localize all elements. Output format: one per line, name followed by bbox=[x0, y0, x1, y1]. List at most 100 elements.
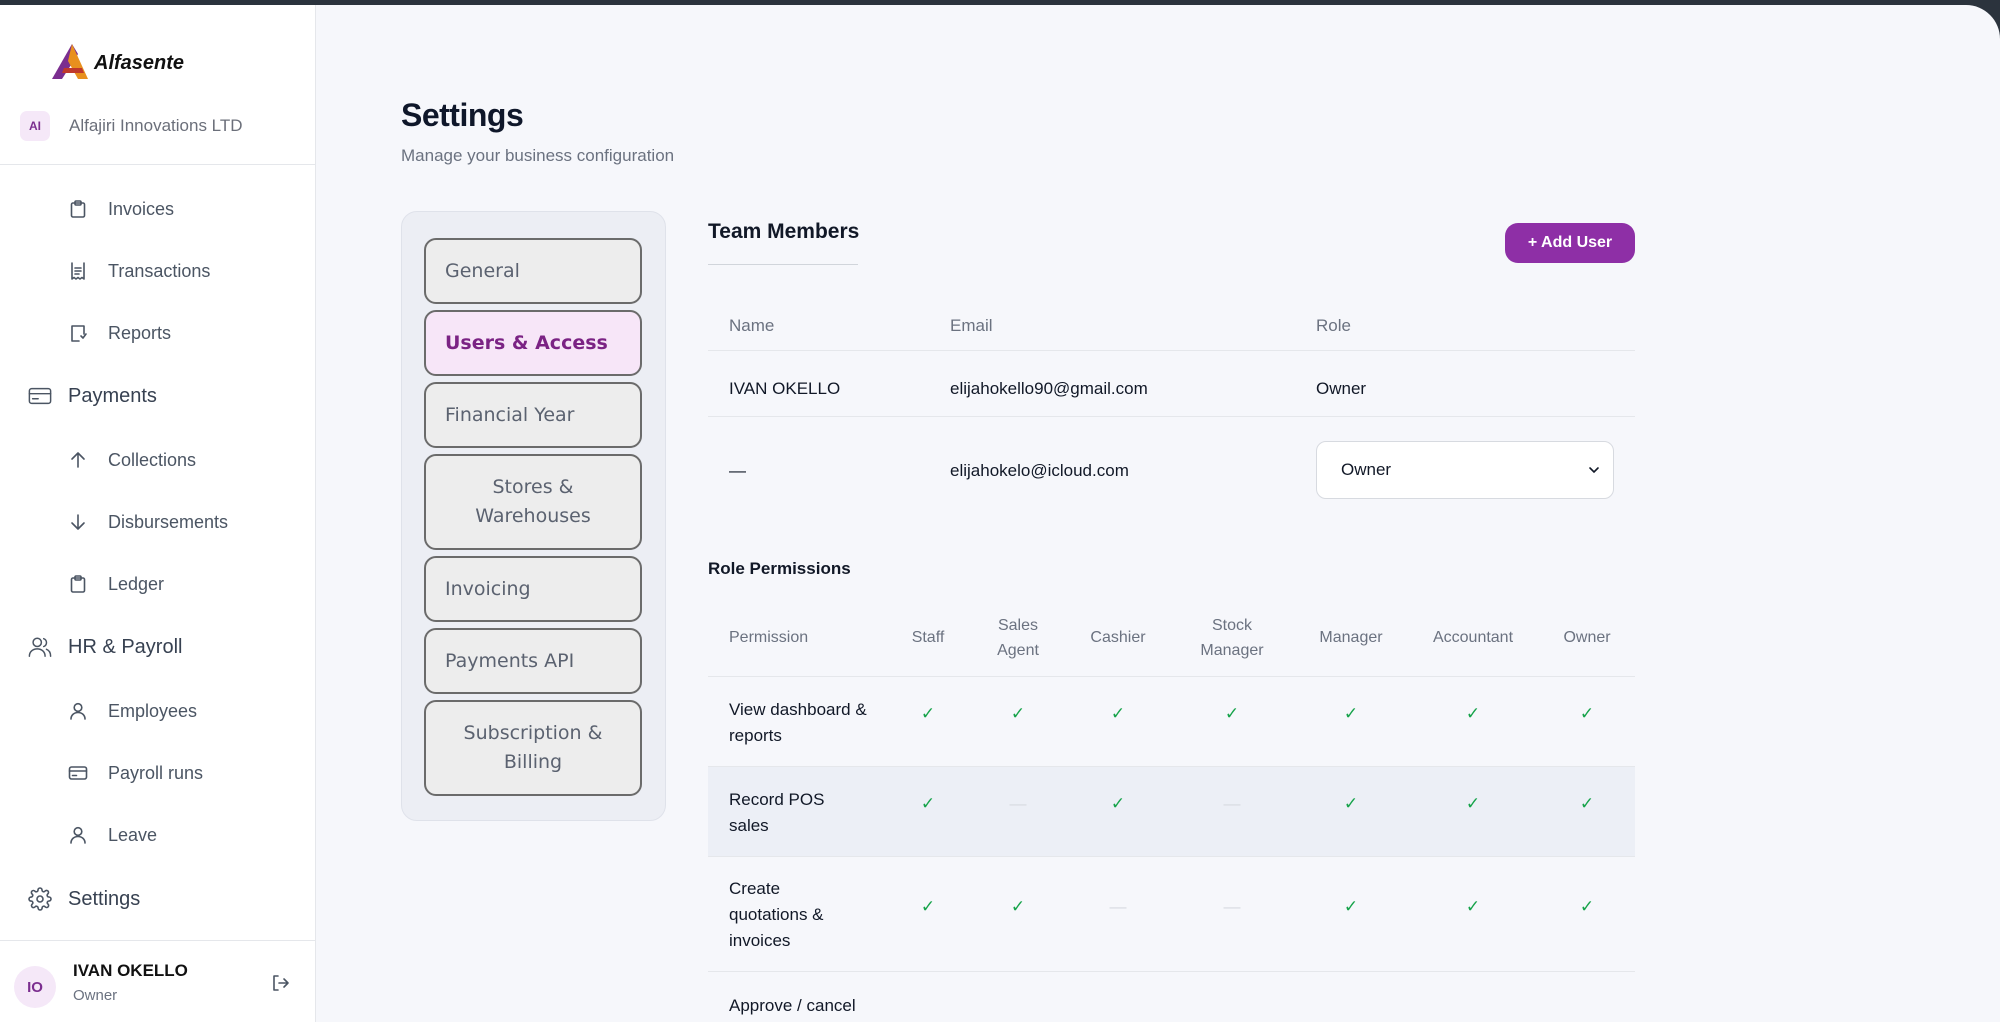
tab-financial-year[interactable]: Financial Year bbox=[424, 382, 642, 448]
column-header-owner: Owner bbox=[1563, 629, 1611, 646]
sidebar-item-settings[interactable]: Settings bbox=[28, 887, 140, 911]
card-icon bbox=[28, 384, 52, 408]
brand-logo-icon bbox=[50, 42, 90, 85]
dash-icon: — bbox=[1009, 794, 1027, 813]
dash-icon: — bbox=[1223, 897, 1241, 916]
arrow-down-icon bbox=[66, 510, 90, 534]
permission-name: Record POS sales bbox=[729, 790, 825, 835]
check-icon: ✓ bbox=[1224, 704, 1240, 723]
brand-name: Alfasente bbox=[94, 51, 185, 74]
row-divider bbox=[708, 856, 1635, 857]
column-header-manager: Manager bbox=[1319, 629, 1383, 646]
clipboard-icon bbox=[66, 572, 90, 596]
role-permissions-title: Role Permissions bbox=[708, 559, 851, 578]
sidebar-item-label: Payments bbox=[68, 384, 157, 407]
user-icon bbox=[66, 823, 90, 847]
row-divider bbox=[708, 350, 1635, 351]
sidebar-item-payments[interactable]: Payments bbox=[28, 384, 157, 408]
sidebar-item-label: Ledger bbox=[108, 573, 165, 594]
arrow-up-icon bbox=[66, 448, 90, 472]
org-avatar: AI bbox=[20, 111, 50, 141]
card-icon bbox=[66, 761, 90, 785]
sidebar-divider bbox=[0, 940, 316, 941]
logout-icon[interactable] bbox=[270, 973, 290, 998]
org-switcher[interactable]: AI Alfajiri Innovations LTD bbox=[20, 111, 243, 141]
role-select-value: Owner bbox=[1341, 460, 1392, 479]
sidebar-item-label: Transactions bbox=[108, 260, 211, 281]
sidebar-item-payroll-runs[interactable]: Payroll runs bbox=[66, 761, 203, 785]
page-title: Settings bbox=[401, 97, 524, 133]
check-icon: ✓ bbox=[1010, 704, 1026, 723]
check-icon: ✓ bbox=[1343, 794, 1359, 813]
sidebar-item-label: Reports bbox=[108, 322, 172, 343]
tab-label: Stores & Warehouses bbox=[475, 476, 591, 527]
user-role: Owner bbox=[73, 987, 118, 1004]
tab-payments-api[interactable]: Payments API bbox=[424, 628, 642, 694]
check-icon: ✓ bbox=[1465, 897, 1481, 916]
row-divider bbox=[708, 971, 1635, 972]
column-header-sales-agent: Sales Agent bbox=[997, 617, 1039, 659]
check-icon: ✓ bbox=[1110, 704, 1126, 723]
check-icon: ✓ bbox=[1343, 704, 1359, 723]
sidebar-item-employees[interactable]: Employees bbox=[66, 699, 197, 723]
sidebar-item-invoices[interactable]: Invoices bbox=[66, 197, 174, 221]
sidebar-item-ledger[interactable]: Ledger bbox=[66, 572, 164, 596]
tab-invoicing[interactable]: Invoicing bbox=[424, 556, 642, 622]
check-icon: ✓ bbox=[920, 794, 936, 813]
column-header-permission: Permission bbox=[729, 629, 809, 646]
users-icon bbox=[28, 635, 52, 659]
column-header-staff: Staff bbox=[911, 629, 945, 646]
sidebar-item-label: HR & Payroll bbox=[68, 635, 183, 658]
check-icon: ✓ bbox=[1010, 897, 1026, 916]
check-icon: ✓ bbox=[1579, 897, 1595, 916]
add-user-button[interactable]: + Add User bbox=[1505, 223, 1635, 263]
org-name: Alfajiri Innovations LTD bbox=[69, 116, 243, 135]
check-icon: ✓ bbox=[920, 897, 936, 916]
tab-subscription-billing[interactable]: Subscription & Billing bbox=[424, 700, 642, 796]
sidebar-item-label: Settings bbox=[68, 887, 141, 910]
row-divider bbox=[708, 676, 1635, 677]
member-name: — bbox=[729, 461, 746, 480]
dash-icon: — bbox=[1223, 794, 1241, 813]
member-name: IVAN OKELLO bbox=[729, 379, 841, 398]
gear-icon bbox=[28, 887, 52, 911]
sidebar-item-reports[interactable]: Reports bbox=[66, 321, 171, 345]
section-underline bbox=[708, 264, 858, 265]
sidebar-item-label: Leave bbox=[108, 824, 158, 845]
sidebar-item-collections[interactable]: Collections bbox=[66, 448, 196, 472]
column-header-cashier: Cashier bbox=[1090, 629, 1146, 646]
sidebar-item-hr-payroll[interactable]: HR & Payroll bbox=[28, 635, 182, 659]
sidebar-item-label: Employees bbox=[108, 700, 198, 721]
permission-name: Approve / cancel bbox=[729, 996, 856, 1015]
avatar[interactable]: IO bbox=[14, 966, 56, 1008]
sidebar-item-disbursements[interactable]: Disbursements bbox=[66, 510, 228, 534]
member-email: elijahokelo@icloud.com bbox=[950, 461, 1129, 480]
sidebar-item-label: Disbursements bbox=[108, 511, 229, 532]
role-select[interactable]: Owner bbox=[1316, 441, 1614, 499]
sidebar-item-leave[interactable]: Leave bbox=[66, 823, 157, 847]
brand[interactable]: Alfasente bbox=[50, 43, 184, 83]
check-icon: ✓ bbox=[1343, 897, 1359, 916]
check-icon: ✓ bbox=[1465, 704, 1481, 723]
sidebar-item-label: Invoices bbox=[108, 198, 175, 219]
check-icon: ✓ bbox=[1579, 794, 1595, 813]
user-name: IVAN OKELLO bbox=[73, 961, 188, 980]
tab-general[interactable]: General bbox=[424, 238, 642, 304]
check-icon: ✓ bbox=[1465, 794, 1481, 813]
check-icon: ✓ bbox=[920, 704, 936, 723]
check-icon: ✓ bbox=[1110, 794, 1126, 813]
settings-tabs: General Users & Access Financial Year St… bbox=[401, 211, 666, 821]
column-header-name: Name bbox=[729, 316, 775, 335]
report-icon bbox=[66, 321, 90, 345]
sidebar-item-label: Payroll runs bbox=[108, 762, 204, 783]
sidebar-item-transactions[interactable]: Transactions bbox=[66, 259, 210, 283]
clipboard-icon bbox=[66, 197, 90, 221]
tab-label: Subscription & Billing bbox=[463, 722, 603, 773]
column-header-accountant: Accountant bbox=[1432, 629, 1514, 646]
tab-stores-warehouses[interactable]: Stores & Warehouses bbox=[424, 454, 642, 550]
permission-name: View dashboard & reports bbox=[729, 700, 867, 745]
tab-users-access[interactable]: Users & Access bbox=[424, 310, 642, 376]
check-icon: ✓ bbox=[1579, 704, 1595, 723]
user-icon bbox=[66, 699, 90, 723]
row-divider bbox=[708, 416, 1635, 417]
